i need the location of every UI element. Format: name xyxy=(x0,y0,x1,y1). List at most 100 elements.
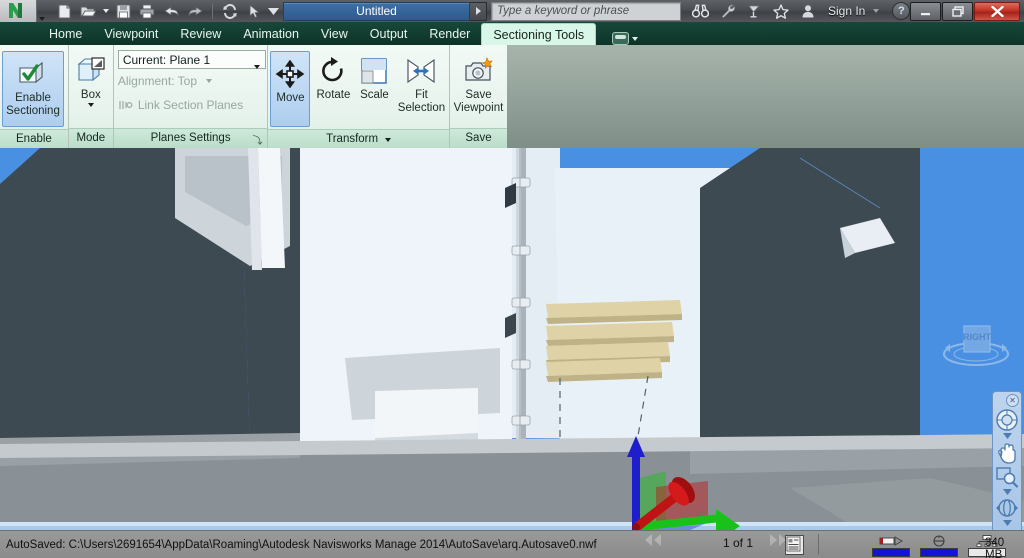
sheet-navigation-controls xyxy=(645,534,661,546)
application-menu-caret[interactable] xyxy=(37,0,47,24)
signin-dropdown-caret[interactable] xyxy=(870,1,882,21)
status-separator xyxy=(818,534,819,554)
pencil-icon xyxy=(872,535,910,547)
qat-dropdown-caret[interactable] xyxy=(267,1,279,21)
fit-selection-icon xyxy=(405,55,437,87)
enable-sectioning-label-2: Sectioning xyxy=(6,105,60,117)
link-section-planes-row[interactable]: Link Section Planes xyxy=(114,93,243,117)
save-icon[interactable] xyxy=(112,1,134,21)
tab-view[interactable]: View xyxy=(310,23,359,45)
save-viewpoint-label-1: Save xyxy=(465,89,492,101)
window-controls xyxy=(910,2,1020,21)
first-page-icon[interactable] xyxy=(645,534,652,546)
document-title: Untitled xyxy=(283,1,470,21)
close-button[interactable] xyxy=(974,2,1020,21)
new-icon[interactable] xyxy=(53,1,75,21)
tab-animation[interactable]: Animation xyxy=(232,23,310,45)
open-dropdown-caret[interactable] xyxy=(101,1,110,21)
fit-selection-button[interactable]: Fit Selection xyxy=(394,49,448,115)
wrench-icon[interactable] xyxy=(716,1,738,21)
sign-in-link[interactable]: Sign In xyxy=(828,4,865,18)
ribbon-group-transform: Move Rotate Scale Fit Selection Transfor… xyxy=(268,45,450,149)
tab-viewpoint[interactable]: Viewpoint xyxy=(93,23,169,45)
tab-sectioning-tools[interactable]: Sectioning Tools xyxy=(481,23,597,45)
ribbon-tab-bar: Home Viewpoint Review Animation View Out… xyxy=(0,22,1024,46)
tab-output[interactable]: Output xyxy=(359,23,419,45)
satellite-dish-icon[interactable] xyxy=(743,1,765,21)
current-plane-label: Current: Plane 1 xyxy=(122,52,211,67)
restore-button[interactable] xyxy=(942,2,973,21)
section-box-dropdown-caret[interactable] xyxy=(87,103,94,107)
fit-selection-label-2: Selection xyxy=(397,102,446,114)
ribbon-minimize-caret xyxy=(632,36,639,41)
orbit-dropdown-caret[interactable] xyxy=(1002,519,1012,527)
save-viewpoint-button[interactable]: Save Viewpoint xyxy=(450,49,507,115)
3d-viewport[interactable]: RIGHT ✕ xyxy=(0,148,1024,530)
rotate-label: Rotate xyxy=(316,89,351,101)
zoom-window-icon[interactable] xyxy=(994,466,1020,488)
star-icon[interactable] xyxy=(770,1,792,21)
ribbon-minimize-control[interactable] xyxy=(612,32,639,45)
ribbon-group-enable: Enable Sectioning Enable xyxy=(0,45,69,149)
application-menu-button[interactable] xyxy=(0,0,37,22)
ribbon-group-label-planes-settings: Planes Settings ⤵ xyxy=(113,128,268,148)
previous-page-icon[interactable] xyxy=(654,534,661,546)
ribbon-group-save: Save Viewpoint Save xyxy=(450,45,507,148)
section-box-button[interactable]: Box xyxy=(69,49,113,107)
redo-icon[interactable] xyxy=(184,1,206,21)
refresh-icon[interactable] xyxy=(219,1,241,21)
save-viewpoint-label-2: Viewpoint xyxy=(453,102,504,114)
ribbon-minimize-icon xyxy=(612,32,630,45)
rotate-button[interactable]: Rotate xyxy=(312,49,354,102)
search-input[interactable]: Type a keyword or phrase xyxy=(491,1,681,21)
next-page-icon[interactable] xyxy=(770,534,777,546)
tab-home[interactable]: Home xyxy=(38,23,93,45)
view-cube[interactable]: RIGHT xyxy=(940,318,1012,380)
autosave-status-text: AutoSaved: C:\Users\2691654\AppData\Roam… xyxy=(6,539,597,551)
steering-wheel-icon[interactable] xyxy=(994,408,1020,432)
zoom-window-dropdown-caret[interactable] xyxy=(1002,488,1012,496)
undo-icon[interactable] xyxy=(160,1,182,21)
ribbon-panel: Enable Sectioning Enable Box Mode Curren… xyxy=(0,45,507,149)
sheet-browser-icon[interactable] xyxy=(785,535,804,555)
move-button[interactable]: Move xyxy=(270,51,311,127)
section-box-icon xyxy=(76,55,106,87)
binoculars-icon[interactable] xyxy=(689,1,711,21)
page-indicator: 1 of 1 xyxy=(723,536,754,550)
alignment-row[interactable]: Alignment: Top xyxy=(114,69,217,93)
status-bar: AutoSaved: C:\Users\2691654\AppData\Roam… xyxy=(0,530,1024,558)
pencil-progress-meter xyxy=(872,535,910,557)
scene-render xyxy=(0,148,1024,530)
enable-sectioning-button[interactable]: Enable Sectioning xyxy=(2,51,64,127)
ribbon-group-label-mode: Mode xyxy=(68,128,113,148)
ribbon-group-label-enable: Enable xyxy=(0,129,68,149)
tab-review[interactable]: Review xyxy=(169,23,232,45)
orbit-icon[interactable] xyxy=(994,497,1020,519)
info-center-icons: Sign In xyxy=(689,1,882,21)
transform-dropdown-caret[interactable] xyxy=(385,130,392,149)
tab-render[interactable]: Render xyxy=(418,23,481,45)
move-gizmo-icon xyxy=(275,58,305,90)
sheet-navigation-controls-right xyxy=(770,534,786,546)
minimize-button[interactable] xyxy=(910,2,941,21)
current-plane-combo[interactable]: Current: Plane 1 xyxy=(117,50,266,72)
pan-hand-icon[interactable] xyxy=(994,441,1020,465)
scale-icon xyxy=(360,55,388,87)
title-dropdown-button[interactable] xyxy=(470,1,487,21)
navbar-close-icon[interactable]: ✕ xyxy=(1006,394,1019,407)
pencil-meter-bar xyxy=(872,548,910,557)
save-viewpoint-camera-icon xyxy=(463,55,495,87)
move-gizmo[interactable] xyxy=(604,431,744,530)
disk-progress-meter xyxy=(920,535,958,557)
help-icon[interactable]: ? xyxy=(892,2,911,20)
scale-button[interactable]: Scale xyxy=(354,49,394,102)
select-cursor-icon[interactable] xyxy=(243,1,265,21)
steering-wheel-dropdown-caret[interactable] xyxy=(1002,432,1012,440)
user-icon[interactable] xyxy=(797,1,819,21)
navisworks-window: Untitled Type a keyword or phrase Sign I… xyxy=(0,0,1024,558)
open-icon[interactable] xyxy=(77,1,99,21)
section-box-label: Box xyxy=(80,89,101,101)
print-icon[interactable] xyxy=(136,1,158,21)
quick-access-toolbar xyxy=(47,0,279,22)
current-plane-caret xyxy=(253,58,260,72)
